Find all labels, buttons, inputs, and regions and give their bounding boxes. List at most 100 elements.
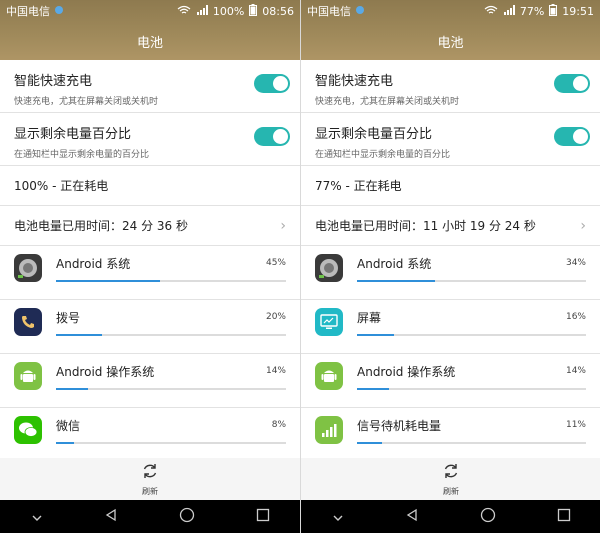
- usage-bar: [357, 280, 586, 282]
- globe-icon: [355, 5, 365, 18]
- show-percent-desc: 在通知栏中显示剩余电量的百分比: [14, 150, 150, 160]
- smart-charge-row[interactable]: 智能快速充电 快速充电，尤其在屏幕关闭或关机时: [0, 60, 300, 113]
- wechat-icon: [14, 416, 42, 444]
- back-button[interactable]: [405, 507, 419, 526]
- app-row[interactable]: 屏幕 16%: [301, 300, 600, 354]
- status-bar: 中国电信 77% 19:51: [301, 0, 600, 22]
- app-name: Android 系统: [56, 256, 131, 271]
- usage-bar-fill: [56, 388, 89, 390]
- header: 中国电信 100% 08:56 电池: [0, 0, 300, 60]
- page-title: 电池: [437, 35, 464, 51]
- usage-bar: [357, 388, 586, 390]
- usage-bar-fill: [357, 280, 435, 282]
- android-os-icon: [14, 362, 42, 390]
- recents-button[interactable]: [557, 507, 571, 526]
- chevron-right-icon: ›: [280, 217, 286, 234]
- signal-standby-icon: [315, 416, 343, 444]
- usage-time-label: 电池电量已用时间：11 小时 19 分 24 秒: [315, 219, 536, 233]
- carrier-label: 中国电信: [6, 5, 50, 18]
- smart-charge-toggle[interactable]: [254, 74, 290, 93]
- chevron-down-icon[interactable]: [31, 507, 43, 526]
- phone-screen-right: 中国电信 77% 19:51 电池 智能快速充电 快速充电，尤其在屏幕关闭或关机…: [300, 0, 600, 533]
- smart-charge-desc: 快速充电，尤其在屏幕关闭或关机时: [315, 97, 460, 107]
- home-button[interactable]: [179, 507, 195, 527]
- show-percent-toggle[interactable]: [554, 127, 590, 146]
- app-row[interactable]: Android 系统 34%: [301, 246, 600, 300]
- usage-bar: [56, 280, 286, 282]
- app-percent: 14%: [265, 366, 286, 376]
- wifi-icon: [177, 5, 191, 18]
- usage-time-row[interactable]: 电池电量已用时间：24 分 36 秒 ›: [0, 206, 300, 246]
- app-row[interactable]: Android 操作系统 14%: [301, 354, 600, 408]
- usage-bar-fill: [56, 442, 75, 444]
- usage-bar-fill: [357, 334, 394, 336]
- usage-bar: [56, 442, 286, 444]
- back-button[interactable]: [104, 507, 118, 526]
- refresh-icon: [442, 462, 460, 484]
- show-percent-toggle[interactable]: [254, 127, 290, 146]
- usage-bar-fill: [56, 280, 160, 282]
- signal-icon: [503, 4, 515, 18]
- app-row[interactable]: 信号待机耗电量 11%: [301, 408, 600, 462]
- page-title: 电池: [136, 35, 163, 51]
- app-row[interactable]: 拨号 20%: [0, 300, 300, 354]
- app-percent: 34%: [565, 258, 586, 268]
- android-system-icon: [14, 254, 42, 282]
- header: 中国电信 77% 19:51 电池: [301, 0, 600, 60]
- refresh-button[interactable]: 刷新: [0, 458, 300, 500]
- usage-time-row[interactable]: 电池电量已用时间：11 小时 19 分 24 秒 ›: [301, 206, 600, 246]
- app-row[interactable]: 微信 8%: [0, 408, 300, 462]
- usage-time-label: 电池电量已用时间：24 分 36 秒: [14, 219, 188, 233]
- toggle-knob: [573, 129, 588, 144]
- clock: 19:51: [562, 4, 594, 18]
- usage-bar-fill: [357, 442, 383, 444]
- phone-dialer-icon: [14, 308, 42, 336]
- home-button[interactable]: [480, 507, 496, 527]
- app-name: Android 操作系统: [357, 364, 456, 379]
- globe-icon: [54, 5, 64, 18]
- chevron-down-icon[interactable]: [332, 507, 344, 526]
- smart-charge-row[interactable]: 智能快速充电 快速充电，尤其在屏幕关闭或关机时: [301, 60, 600, 113]
- usage-bar: [357, 442, 586, 444]
- smart-charge-toggle[interactable]: [554, 74, 590, 93]
- chevron-right-icon: ›: [580, 217, 586, 234]
- wifi-icon: [484, 5, 498, 18]
- refresh-button[interactable]: 刷新: [301, 458, 600, 500]
- recents-button[interactable]: [256, 507, 270, 526]
- clock: 08:56: [262, 4, 294, 18]
- battery-icon: [249, 3, 258, 19]
- app-name: 微信: [56, 418, 81, 433]
- toggle-knob: [273, 129, 288, 144]
- app-row[interactable]: Android 系统 45%: [0, 246, 300, 300]
- nav-bar: [301, 500, 600, 533]
- app-name: 拨号: [56, 310, 81, 325]
- show-percent-desc: 在通知栏中显示剩余电量的百分比: [315, 150, 451, 160]
- usage-bar-fill: [357, 388, 390, 390]
- show-percent-row[interactable]: 显示剩余电量百分比 在通知栏中显示剩余电量的百分比: [301, 113, 600, 166]
- battery-percent: 77%: [519, 4, 545, 18]
- smart-charge-desc: 快速充电，尤其在屏幕关闭或关机时: [14, 97, 159, 107]
- battery-percent: 100%: [212, 4, 245, 18]
- app-percent: 20%: [265, 312, 286, 322]
- show-percent-label: 显示剩余电量百分比: [14, 127, 132, 142]
- screen-icon: [315, 308, 343, 336]
- battery-state: 100% - 正在耗电: [0, 166, 300, 206]
- usage-bar: [56, 388, 286, 390]
- app-percent: 45%: [265, 258, 286, 268]
- refresh-icon: [141, 462, 159, 484]
- carrier-label: 中国电信: [307, 5, 351, 18]
- app-name: 信号待机耗电量: [357, 418, 442, 433]
- usage-bar: [56, 334, 286, 336]
- show-percent-label: 显示剩余电量百分比: [315, 127, 433, 142]
- app-row[interactable]: Android 操作系统 14%: [0, 354, 300, 408]
- usage-bar: [357, 334, 586, 336]
- show-percent-row[interactable]: 显示剩余电量百分比 在通知栏中显示剩余电量的百分比: [0, 113, 300, 166]
- battery-icon: [549, 3, 558, 19]
- battery-state: 77% - 正在耗电: [301, 166, 600, 206]
- toggle-knob: [573, 76, 588, 91]
- android-os-icon: [315, 362, 343, 390]
- app-name: 屏幕: [357, 310, 382, 325]
- smart-charge-label: 智能快速充电: [315, 74, 394, 89]
- app-name: Android 系统: [357, 256, 432, 271]
- refresh-label: 刷新: [443, 486, 459, 496]
